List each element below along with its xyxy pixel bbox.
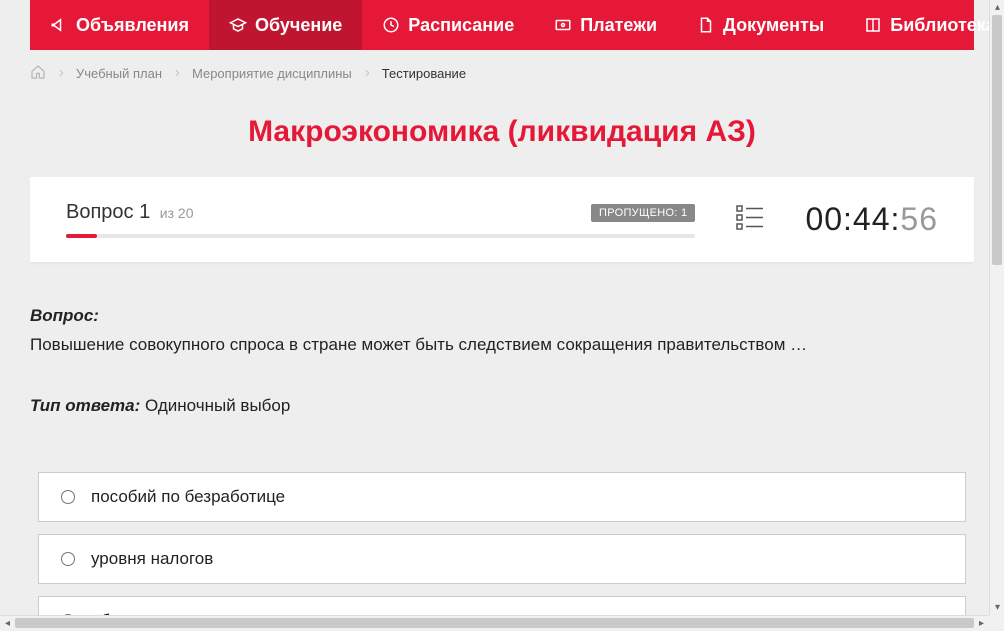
- answer-option[interactable]: пособий по безработице: [38, 472, 966, 522]
- vertical-scrollbar[interactable]: ▴ ▾: [989, 0, 1004, 615]
- scroll-right-arrow[interactable]: ▸: [974, 616, 989, 631]
- nav-label: Обучение: [255, 15, 342, 36]
- status-card: Вопрос 1 из 20 ПРОПУЩЕНО: 1: [30, 177, 974, 262]
- horizontal-scrollbar[interactable]: ◂ ▸: [0, 615, 989, 630]
- answer-option[interactable]: уровня налогов: [38, 534, 966, 584]
- scroll-up-arrow[interactable]: ▴: [990, 0, 1004, 15]
- megaphone-icon: [50, 16, 68, 34]
- breadcrumb-event[interactable]: Мероприятие дисциплины: [192, 66, 352, 81]
- nav-item-payments[interactable]: Платежи: [534, 0, 677, 50]
- nav-item-documents[interactable]: Документы: [677, 0, 844, 50]
- radio-input[interactable]: [61, 552, 75, 566]
- skipped-badge: ПРОПУЩЕНО: 1: [591, 204, 695, 222]
- payment-icon: [554, 16, 572, 34]
- timer: 00:44:56: [805, 201, 938, 238]
- option-text: пособий по безработице: [91, 487, 285, 507]
- chevron-right-icon: [56, 66, 66, 81]
- book-icon: [864, 16, 882, 34]
- timer-seconds: 56: [900, 201, 938, 237]
- clock-icon: [382, 16, 400, 34]
- question-prefix: Вопрос 1: [66, 201, 156, 223]
- scroll-left-arrow[interactable]: ◂: [0, 616, 15, 631]
- answer-type-value: Одиночный выбор: [145, 396, 290, 415]
- nav-item-schedule[interactable]: Расписание: [362, 0, 534, 50]
- question-text: Повышение совокупного спроса в стране мо…: [30, 331, 974, 358]
- answer-options: пособий по безработице уровня налогов об…: [30, 472, 974, 615]
- answer-option[interactable]: объема экспорта: [38, 596, 966, 615]
- radio-input[interactable]: [61, 490, 75, 504]
- nav-item-announcements[interactable]: Объявления: [30, 0, 209, 50]
- question-label: Вопрос:: [30, 302, 974, 329]
- scrollbar-corner: [989, 615, 1004, 630]
- home-icon[interactable]: [30, 64, 46, 83]
- timer-main: 00:44:: [805, 201, 900, 237]
- nav-label: Библиотека: [890, 15, 996, 36]
- progress-bar: [66, 234, 695, 238]
- question-body: Вопрос: Повышение совокупного спроса в с…: [30, 262, 974, 420]
- scroll-thumb[interactable]: [15, 618, 974, 628]
- nav-item-library[interactable]: Библиотека: [844, 0, 1004, 50]
- chevron-right-icon: [362, 66, 372, 81]
- scroll-thumb[interactable]: [992, 15, 1002, 265]
- nav-label: Объявления: [76, 15, 189, 36]
- breadcrumb: Учебный план Мероприятие дисциплины Тест…: [30, 50, 974, 97]
- nav-item-education[interactable]: Обучение: [209, 0, 362, 50]
- chevron-right-icon: [172, 66, 182, 81]
- scroll-down-arrow[interactable]: ▾: [990, 600, 1004, 615]
- nav-label: Платежи: [580, 15, 657, 36]
- answer-type-label: Тип ответа:: [30, 396, 140, 415]
- nav-label: Документы: [723, 15, 824, 36]
- graduation-icon: [229, 16, 247, 34]
- question-total: из 20: [160, 205, 194, 221]
- breadcrumb-current: Тестирование: [382, 66, 466, 81]
- nav-label: Расписание: [408, 15, 514, 36]
- progress-fill: [66, 234, 97, 238]
- option-text: уровня налогов: [91, 549, 213, 569]
- question-grid-icon[interactable]: [735, 202, 765, 237]
- breadcrumb-curriculum[interactable]: Учебный план: [76, 66, 162, 81]
- top-nav: Объявления Обучение Расписание Платежи: [30, 0, 974, 50]
- document-icon: [697, 16, 715, 34]
- page-title: Макроэкономика (ликвидация АЗ): [30, 115, 974, 149]
